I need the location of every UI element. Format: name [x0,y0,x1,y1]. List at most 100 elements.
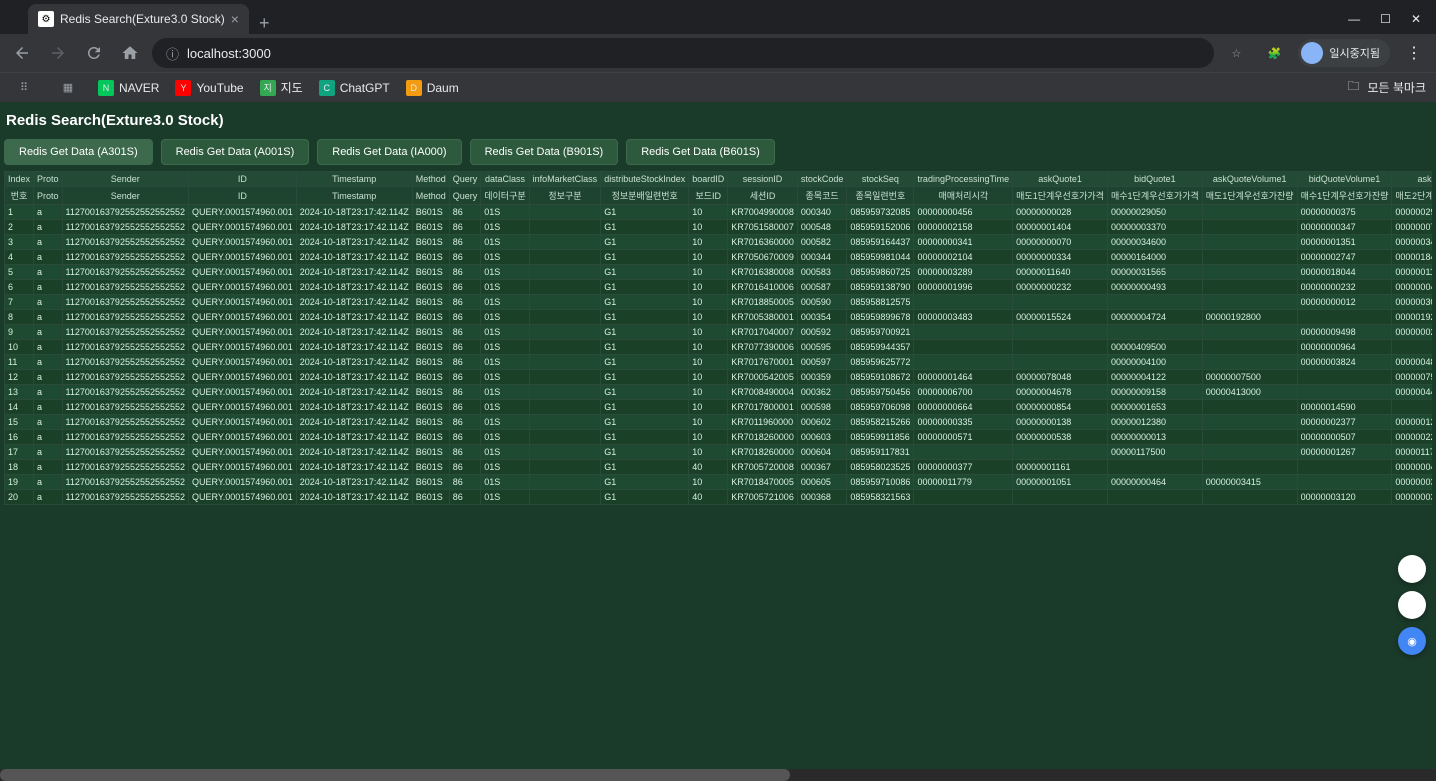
data-tab-button[interactable]: Redis Get Data (IA000) [317,139,461,165]
table-cell [529,295,601,310]
column-subheader[interactable]: Proto [34,187,63,205]
column-subheader[interactable]: Query [449,187,481,205]
column-subheader[interactable]: 종목코드 [797,187,847,205]
column-header[interactable]: bidQuoteVolume1 [1297,172,1392,187]
bookmark-item[interactable]: DDaum [406,79,459,96]
table-cell: 085959164437 [847,235,914,250]
column-subheader[interactable]: 데이터구분 [481,187,529,205]
data-tab-button[interactable]: Redis Get Data (A001S) [161,139,310,165]
close-window-icon[interactable]: ✕ [1411,12,1421,26]
table-row[interactable]: 6a112700163792552552552552QUERY.00015749… [5,280,1433,295]
table-row[interactable]: 2a112700163792552552552552QUERY.00015749… [5,220,1433,235]
column-header[interactable]: bidQuote1 [1107,172,1202,187]
table-row[interactable]: 18a112700163792552552552552QUERY.0001574… [5,460,1433,475]
column-subheader[interactable]: 번호 [5,187,34,205]
column-subheader[interactable]: 종목일련번호 [847,187,914,205]
table-cell: a [34,250,63,265]
column-subheader[interactable]: 매수1단계우선호가가격 [1107,187,1202,205]
table-row[interactable]: 19a112700163792552552552552QUERY.0001574… [5,475,1433,490]
forward-button[interactable] [44,39,72,67]
column-subheader[interactable]: 매매처리시각 [914,187,1013,205]
table-row[interactable]: 7a112700163792552552552552QUERY.00015749… [5,295,1433,310]
float-tool-2-icon[interactable]: ⊞ [1398,591,1426,619]
float-tool-1-icon[interactable]: ✦ [1398,555,1426,583]
table-row[interactable]: 11a112700163792552552552552QUERY.0001574… [5,355,1433,370]
table-row[interactable]: 1a112700163792552552552552QUERY.00015749… [5,205,1433,220]
column-header[interactable]: askQuoteVolume1 [1202,172,1297,187]
table-cell: a [34,475,63,490]
column-subheader[interactable]: Timestamp [296,187,412,205]
bookmark-item[interactable]: CChatGPT [319,79,390,96]
column-header[interactable]: askQuote1 [1013,172,1108,187]
profile-button[interactable]: 일시중지됨 [1298,39,1390,67]
table-row[interactable]: 17a112700163792552552552552QUERY.0001574… [5,445,1433,460]
maximize-icon[interactable]: ☐ [1380,12,1391,26]
new-tab-button[interactable]: + [249,13,280,34]
table-row[interactable]: 9a112700163792552552552552QUERY.00015749… [5,325,1433,340]
bookmark-item[interactable]: NNAVER [98,79,159,96]
table-row[interactable]: 5a112700163792552552552552QUERY.00015749… [5,265,1433,280]
apps-icon[interactable]: ⠿ [10,74,38,102]
table-row[interactable]: 10a112700163792552552552552QUERY.0001574… [5,340,1433,355]
horizontal-scrollbar[interactable] [0,769,1436,781]
column-subheader[interactable]: 매도1단계우선호가잔량 [1202,187,1297,205]
table-cell [529,415,601,430]
column-subheader[interactable]: 매도1단계우선호가가격 [1013,187,1108,205]
column-header[interactable]: askQuote2 [1392,172,1432,187]
column-subheader[interactable]: 정보구분 [529,187,601,205]
home-button[interactable] [116,39,144,67]
back-button[interactable] [8,39,36,67]
column-header[interactable]: sessionID [728,172,798,187]
scrollbar-thumb[interactable] [0,769,790,781]
url-input[interactable]: ⓘ localhost:3000 [152,38,1214,68]
table-row[interactable]: 3a112700163792552552552552QUERY.00015749… [5,235,1433,250]
all-bookmarks-link[interactable]: 모든 북마크 [1367,79,1426,96]
column-header[interactable]: boardID [689,172,728,187]
column-header[interactable]: Timestamp [296,172,412,187]
data-tab-button[interactable]: Redis Get Data (A301S) [4,139,153,165]
table-cell [529,490,601,505]
table-row[interactable]: 14a112700163792552552552552QUERY.0001574… [5,400,1433,415]
table-row[interactable]: 16a112700163792552552552552QUERY.0001574… [5,430,1433,445]
site-info-icon[interactable]: ⓘ [166,44,179,63]
reload-button[interactable] [80,39,108,67]
extensions-icon[interactable]: 🧩 [1260,39,1288,67]
column-header[interactable]: ID [189,172,297,187]
close-icon[interactable]: × [231,11,239,27]
column-header[interactable]: stockSeq [847,172,914,187]
browser-tab[interactable]: ⚙ Redis Search(Exture3.0 Stock) × [28,4,249,34]
column-subheader[interactable]: 매수1단계우선호가잔량 [1297,187,1392,205]
bookmark-star-icon[interactable]: ☆ [1222,39,1250,67]
table-row[interactable]: 20a112700163792552552552552QUERY.0001574… [5,490,1433,505]
column-header[interactable]: infoMarketClass [529,172,601,187]
column-subheader[interactable]: Sender [62,187,188,205]
browser-menu-icon[interactable]: ⋮ [1400,43,1428,63]
table-row[interactable]: 8a112700163792552552552552QUERY.00015749… [5,310,1433,325]
column-subheader[interactable]: Method [412,187,449,205]
column-header[interactable]: dataClass [481,172,529,187]
column-header[interactable]: Proto [34,172,63,187]
column-header[interactable]: distributeStockIndex [601,172,689,187]
column-subheader[interactable]: 보드ID [689,187,728,205]
float-tool-3-icon[interactable]: ◉ [1398,627,1426,655]
column-header[interactable]: stockCode [797,172,847,187]
reading-list-icon[interactable]: ▦ [54,74,82,102]
data-tab-button[interactable]: Redis Get Data (B901S) [470,139,619,165]
column-header[interactable]: Method [412,172,449,187]
bookmark-item[interactable]: 지지도 [260,79,303,96]
column-subheader[interactable]: 매도2단계우선호가가격 [1392,187,1432,205]
column-subheader[interactable]: 정보분배일련번호 [601,187,689,205]
column-header[interactable]: Index [5,172,34,187]
table-row[interactable]: 15a112700163792552552552552QUERY.0001574… [5,415,1433,430]
table-row[interactable]: 12a112700163792552552552552QUERY.0001574… [5,370,1433,385]
column-header[interactable]: Query [449,172,481,187]
data-tab-button[interactable]: Redis Get Data (B601S) [626,139,775,165]
column-subheader[interactable]: ID [189,187,297,205]
minimize-icon[interactable]: — [1348,12,1360,26]
column-header[interactable]: Sender [62,172,188,187]
bookmark-item[interactable]: YYouTube [175,79,243,96]
table-row[interactable]: 13a112700163792552552552552QUERY.0001574… [5,385,1433,400]
column-subheader[interactable]: 세션ID [728,187,798,205]
table-row[interactable]: 4a112700163792552552552552QUERY.00015749… [5,250,1433,265]
column-header[interactable]: tradingProcessingTime [914,172,1013,187]
